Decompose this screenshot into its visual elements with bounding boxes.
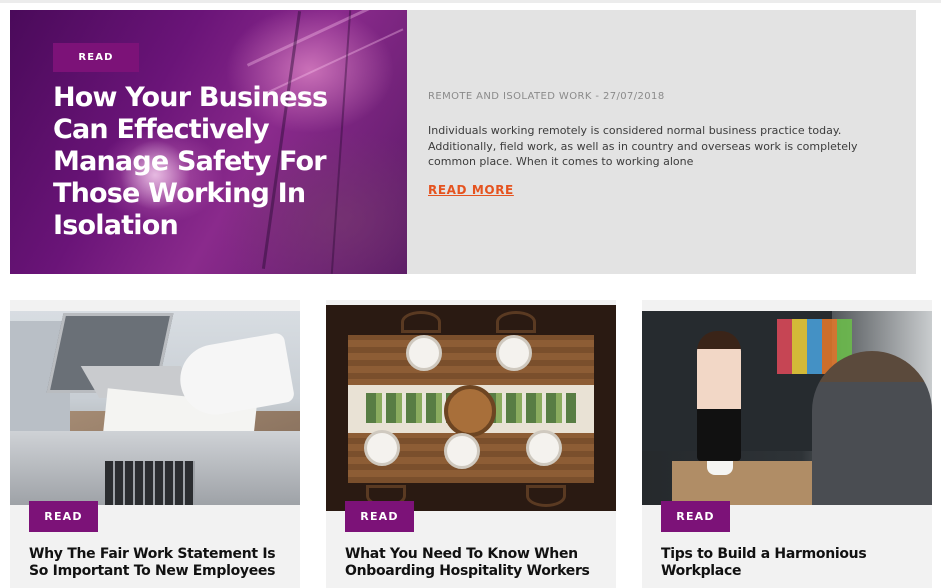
article-read-button[interactable]: READ [345, 501, 414, 532]
image-hand [174, 331, 296, 421]
image-plate [526, 430, 562, 466]
image-desk [672, 461, 832, 505]
article-read-button[interactable]: READ [29, 501, 98, 532]
article-card-image[interactable] [326, 305, 616, 511]
image-light-streak [246, 10, 394, 67]
image-presenter [697, 331, 741, 461]
featured-article: READ How Your Business Can Effectively M… [10, 10, 916, 274]
article-card: READ What You Need To Know When Onboardi… [326, 300, 616, 588]
article-card-title[interactable]: Why The Fair Work Statement Is So Import… [29, 546, 289, 580]
article-card-image[interactable] [642, 311, 932, 505]
article-card-image[interactable] [10, 311, 300, 505]
featured-article-meta: REMOTE AND ISOLATED WORK - 27/07/2018 [428, 91, 665, 102]
article-card: READ Why The Fair Work Statement Is So I… [10, 300, 300, 588]
image-plate [496, 335, 532, 371]
image-keyboard [105, 461, 195, 505]
image-plate [406, 335, 442, 371]
image-chair [526, 485, 566, 507]
featured-read-button[interactable]: READ [53, 43, 139, 72]
image-cup [707, 461, 733, 475]
image-plate [444, 433, 480, 469]
featured-article-excerpt: Individuals working remotely is consider… [428, 124, 858, 168]
article-read-button[interactable]: READ [661, 501, 730, 532]
top-divider [0, 0, 941, 3]
article-card: READ Tips to Build a Harmonious Workplac… [642, 300, 932, 588]
image-centrepiece [444, 385, 496, 437]
article-card-title[interactable]: Tips to Build a Harmonious Workplace [661, 546, 921, 580]
image-plate [364, 430, 400, 466]
image-attendee [812, 351, 932, 505]
image-chair [496, 311, 536, 333]
featured-article-title[interactable]: How Your Business Can Effectively Manage… [53, 82, 383, 242]
article-card-title[interactable]: What You Need To Know When Onboarding Ho… [345, 546, 605, 580]
image-chair [401, 311, 441, 333]
read-more-link[interactable]: READ MORE [428, 183, 514, 197]
